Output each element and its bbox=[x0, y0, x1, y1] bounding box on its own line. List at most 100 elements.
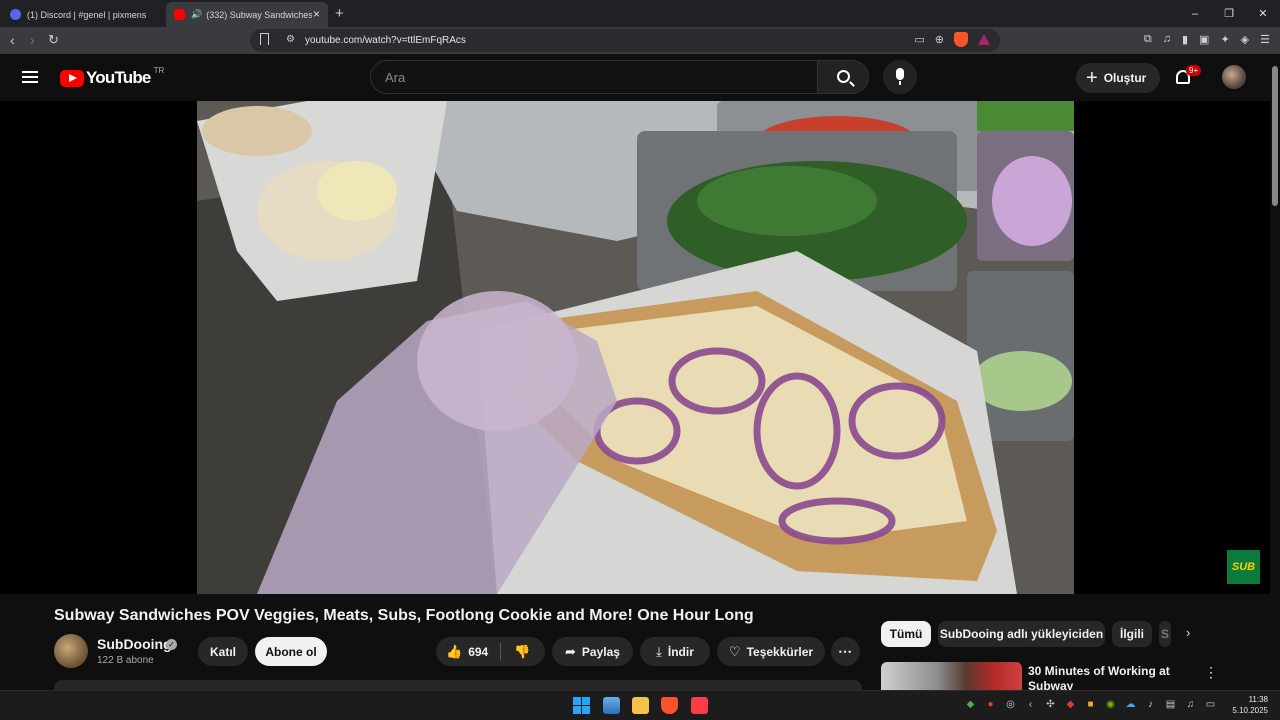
url-text[interactable]: youtube.com/watch?v=ttlEmFqRAcs bbox=[305, 35, 466, 46]
tray-mic-icon[interactable]: ♪ bbox=[1145, 699, 1156, 710]
minimize-icon[interactable]: – bbox=[1178, 0, 1212, 27]
system-clock[interactable]: 11:38 5.10.2025 bbox=[1230, 694, 1268, 716]
tray-shield-icon[interactable]: ◆ bbox=[1065, 699, 1076, 710]
logo-text: YouTube bbox=[86, 68, 151, 87]
tray-network-icon[interactable]: ▤ bbox=[1165, 699, 1176, 710]
brave-browser-icon[interactable] bbox=[661, 697, 678, 714]
scrollbar-thumb[interactable] bbox=[1272, 66, 1278, 206]
tray-orange-app-icon[interactable]: ■ bbox=[1085, 699, 1096, 710]
account-avatar[interactable] bbox=[1222, 65, 1246, 89]
tray-volume-icon[interactable]: ♫ bbox=[1185, 699, 1196, 710]
notification-badge: 9+ bbox=[1186, 65, 1202, 76]
tab-discord[interactable]: (1) Discord | #genel | pixmens bbox=[2, 2, 162, 27]
country-code: TR bbox=[153, 65, 165, 75]
join-button[interactable]: Katıl bbox=[198, 637, 248, 666]
widgets-icon[interactable] bbox=[603, 697, 620, 714]
tray-chevron-icon[interactable]: ‹ bbox=[1025, 699, 1036, 710]
like-count: 694 bbox=[468, 644, 489, 659]
chip-related[interactable]: İlgili bbox=[1112, 621, 1152, 647]
chevron-right-icon[interactable]: › bbox=[1186, 625, 1190, 640]
search-icon bbox=[837, 70, 850, 83]
address-bar-actions: ▭ ⊕ bbox=[914, 32, 990, 47]
microphone-icon bbox=[896, 68, 904, 85]
music-app-icon[interactable] bbox=[691, 697, 708, 714]
tray-steam-icon[interactable]: ◎ bbox=[1005, 699, 1016, 710]
wallet-icon[interactable]: ▣ bbox=[1199, 33, 1209, 46]
chip-all[interactable]: Tümü bbox=[881, 621, 931, 647]
voice-search-button[interactable] bbox=[883, 60, 917, 94]
channel-watermark[interactable]: SUB bbox=[1227, 550, 1260, 584]
youtube-favicon-icon bbox=[174, 9, 185, 20]
thanks-button[interactable]: ♡ Teşekkürler bbox=[717, 637, 825, 666]
tray-cloud-icon[interactable]: ☁ bbox=[1125, 699, 1136, 710]
close-tab-icon[interactable]: × bbox=[313, 8, 320, 20]
search-box bbox=[370, 60, 818, 94]
tab-title: (1) Discord | #genel | pixmens bbox=[27, 9, 147, 20]
like-dislike-group: 👍 694 👎 bbox=[436, 637, 545, 666]
download-icon: ⤓ bbox=[656, 643, 662, 659]
system-tray: ◆ ● ◎ ‹ ✣ ◆ ■ ◉ ☁ ♪ ▤ ♫ ▭ bbox=[965, 699, 1216, 710]
like-button[interactable]: 👍 694 bbox=[436, 644, 500, 660]
vpn-icon[interactable]: ◈ bbox=[1241, 33, 1249, 46]
tray-battery-icon[interactable]: ▭ bbox=[1205, 699, 1216, 710]
channel-name[interactable]: SubDooing bbox=[97, 636, 172, 652]
recommendation-title[interactable]: 30 Minutes of Working at Subway bbox=[1028, 664, 1188, 690]
media-icon[interactable]: ♫ bbox=[1163, 33, 1171, 46]
reload-icon[interactable]: ↻ bbox=[48, 32, 59, 48]
file-explorer-icon[interactable] bbox=[632, 697, 649, 714]
channel-avatar[interactable] bbox=[54, 634, 88, 668]
site-settings-icon[interactable]: ⚙ bbox=[286, 34, 295, 45]
share-button[interactable]: ➦ Paylaş bbox=[552, 637, 633, 666]
chip-partial[interactable]: S bbox=[1159, 621, 1171, 647]
search-input[interactable] bbox=[371, 61, 818, 93]
video-title: Subway Sandwiches POV Veggies, Meats, Su… bbox=[54, 607, 754, 624]
bookmark-icon[interactable] bbox=[260, 33, 269, 45]
guide-menu-icon[interactable] bbox=[22, 71, 38, 83]
speaker-icon[interactable]: 🔊 bbox=[191, 9, 202, 20]
brave-rewards-icon[interactable] bbox=[978, 34, 990, 45]
share-arrow-icon: ➦ bbox=[565, 643, 576, 659]
dislike-button[interactable]: 👎 bbox=[500, 644, 545, 660]
youtube-logo[interactable]: YouTube TR bbox=[60, 65, 165, 88]
tab-youtube[interactable]: 🔊 (332) Subway Sandwiches POV × bbox=[166, 2, 328, 27]
description-box[interactable] bbox=[54, 680, 862, 690]
zoom-icon[interactable]: ⊕ bbox=[935, 33, 944, 46]
create-label: Oluştur bbox=[1103, 71, 1147, 85]
chip-from-uploader[interactable]: SubDooing adlı yükleyiciden bbox=[938, 621, 1105, 647]
address-bar[interactable]: ⚙ youtube.com/watch?v=ttlEmFqRAcs ▭ ⊕ bbox=[250, 29, 1000, 52]
sidebar-icon[interactable]: ▮ bbox=[1182, 33, 1188, 46]
window-controls: – ❐ ✕ bbox=[1178, 0, 1280, 27]
leo-ai-icon[interactable]: ✦ bbox=[1220, 33, 1229, 46]
new-tab-icon[interactable]: + bbox=[335, 5, 344, 22]
video-player[interactable] bbox=[197, 101, 1074, 594]
close-window-icon[interactable]: ✕ bbox=[1246, 0, 1280, 27]
browser-tab-strip: (1) Discord | #genel | pixmens 🔊 (332) S… bbox=[0, 0, 1280, 27]
subscriber-count: 122 B abone bbox=[97, 655, 154, 666]
brave-shield-icon[interactable] bbox=[954, 32, 968, 47]
subscribe-button[interactable]: Abone ol bbox=[255, 637, 327, 666]
download-button[interactable]: ⤓ İndir bbox=[640, 637, 710, 666]
browser-toolbar-right: ⧉ ♫ ▮ ▣ ✦ ◈ ☰ bbox=[1144, 33, 1270, 46]
more-actions-button[interactable]: ⋯ bbox=[831, 637, 860, 666]
search-button[interactable] bbox=[817, 60, 869, 94]
page-scrollbar[interactable] bbox=[1270, 54, 1280, 690]
recommendation-thumbnail[interactable] bbox=[881, 662, 1022, 690]
back-icon[interactable]: ‹ bbox=[10, 32, 15, 48]
menu-icon[interactable]: ☰ bbox=[1260, 33, 1270, 46]
start-windows-icon[interactable] bbox=[573, 697, 590, 714]
verified-badge-icon: ✓ bbox=[166, 639, 177, 650]
download-label: İndir bbox=[667, 644, 694, 659]
kebab-menu-icon[interactable]: ⋮ bbox=[1204, 664, 1218, 681]
restore-icon[interactable]: ❐ bbox=[1212, 0, 1246, 27]
forward-icon[interactable]: › bbox=[30, 32, 35, 48]
cast-icon[interactable]: ▭ bbox=[914, 33, 924, 46]
screenshot-icon[interactable]: ⧉ bbox=[1144, 33, 1152, 46]
clock-time: 11:38 bbox=[1248, 695, 1268, 704]
create-button[interactable]: + Oluştur bbox=[1076, 63, 1160, 93]
tray-nvidia-icon[interactable]: ◉ bbox=[1105, 699, 1116, 710]
thumbs-up-icon: 👍 bbox=[446, 643, 463, 659]
tray-record-icon[interactable]: ● bbox=[985, 699, 996, 710]
tray-app-icon[interactable]: ◆ bbox=[965, 699, 976, 710]
tray-settings-icon[interactable]: ✣ bbox=[1045, 699, 1056, 710]
thumbs-down-icon: 👎 bbox=[514, 643, 531, 659]
